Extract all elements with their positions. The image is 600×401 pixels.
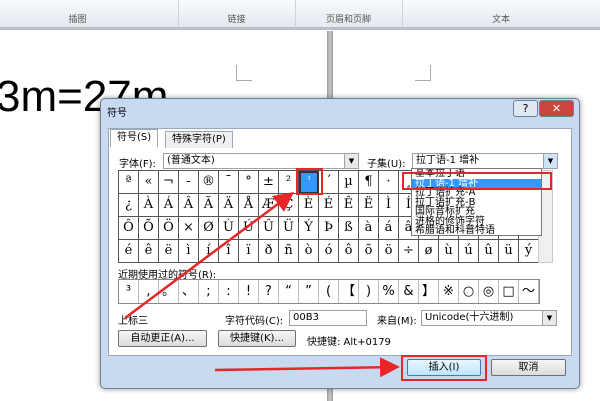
annotation-arrows: [124, 192, 400, 378]
arrow-to-insert: [214, 357, 400, 378]
arrow-to-symbol: [124, 192, 295, 320]
